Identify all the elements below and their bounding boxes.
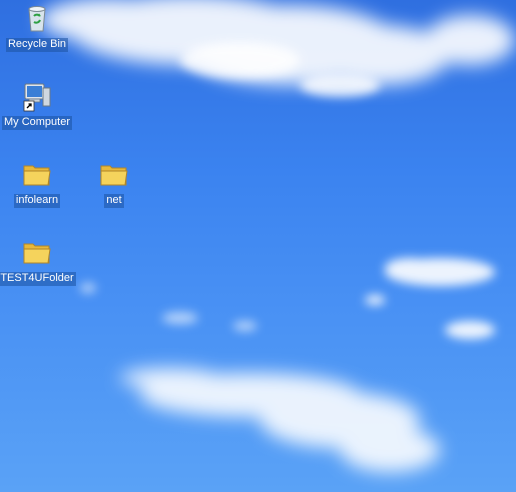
recycle-bin-label: Recycle Bin bbox=[5, 38, 69, 52]
my-computer-label: My Computer bbox=[1, 116, 73, 130]
sky-wallpaper bbox=[40, 0, 515, 472]
my-computer-desktop-icon[interactable]: My Computer bbox=[0, 80, 77, 130]
recycle-bin-desktop-icon[interactable]: Recycle Bin bbox=[0, 2, 77, 52]
folder-icon bbox=[23, 165, 51, 186]
my-computer-icon bbox=[23, 83, 51, 112]
folder-icon bbox=[23, 243, 51, 264]
infolearn-folder-label: infolearn bbox=[13, 194, 61, 208]
infolearn-folder-desktop-icon[interactable]: infolearn bbox=[0, 158, 77, 208]
test4ufolder-label: TEST4UFolder bbox=[0, 272, 76, 286]
folder-icon bbox=[100, 165, 128, 186]
test4ufolder-desktop-icon[interactable]: TEST4UFolder bbox=[0, 236, 77, 286]
desktop[interactable]: Recycle Bin My Computer infolearn net TE… bbox=[0, 0, 516, 492]
recycle-bin-icon bbox=[28, 6, 46, 32]
net-folder-desktop-icon[interactable]: net bbox=[74, 158, 154, 208]
net-folder-label: net bbox=[104, 194, 124, 208]
